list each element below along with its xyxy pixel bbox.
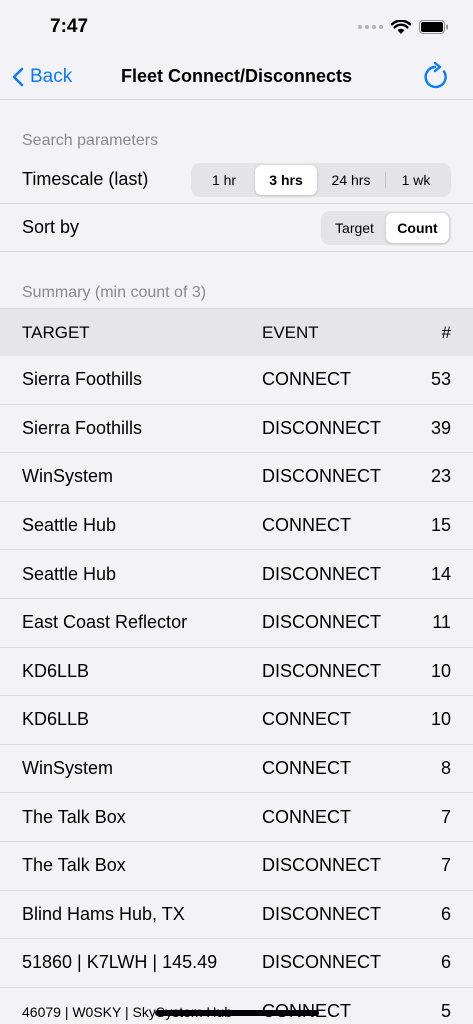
timescale-label: Timescale (last) xyxy=(22,169,149,189)
cell-target: KD6LLB xyxy=(22,709,90,730)
table-row[interactable]: Seattle Hub CONNECT 15 xyxy=(0,501,473,551)
cell-count: 7 xyxy=(440,806,451,827)
back-label: Back xyxy=(30,65,73,87)
cell-count: 7 xyxy=(440,855,451,876)
cell-event: DISCONNECT xyxy=(262,952,382,973)
cell-event: CONNECT xyxy=(262,806,351,827)
table-row[interactable]: 46079 | W0SKY | SkySystem HubCONNECT5 xyxy=(0,987,473,1024)
cell-count: 53 xyxy=(430,369,451,390)
cell-count: 15 xyxy=(430,515,451,536)
cell-count: 6 xyxy=(440,903,451,924)
refresh-icon[interactable] xyxy=(423,62,451,92)
cell-event: DISCONNECT xyxy=(262,660,382,681)
column-header-target: TARGET xyxy=(22,322,90,342)
cell-event: DISCONNECT xyxy=(262,466,382,487)
cell-count: 10 xyxy=(430,660,451,681)
timescale-option-24hrs[interactable]: 24 hrs xyxy=(317,165,385,195)
table-row[interactable]: Seattle Hub DISCONNECT 14 xyxy=(0,550,473,599)
cell-event: CONNECT xyxy=(262,709,351,730)
cell-target: Blind Hams Hub, TX xyxy=(22,903,185,924)
table-row[interactable]: Blind Hams Hub, TX DISCONNECT 6 xyxy=(0,890,473,940)
cell-target: KD6LLB xyxy=(22,660,90,681)
cell-target: Sierra Foothills xyxy=(22,417,143,438)
sort-option-target[interactable]: Target xyxy=(323,213,386,243)
status-time: 7:47 xyxy=(50,16,89,37)
status-icons xyxy=(358,19,449,35)
cell-target: The Talk Box xyxy=(22,806,126,827)
cell-count: 11 xyxy=(432,612,451,633)
table-row[interactable]: WinSystem CONNECT 8 xyxy=(0,744,473,794)
summary-table: Sierra Foothills CONNECT 53 Sierra Foothill… xyxy=(0,356,473,1024)
cell-count: 14 xyxy=(430,563,451,584)
table-row[interactable]: KD6LLB CONNECT 10 xyxy=(0,696,473,745)
back-button[interactable]: Back xyxy=(12,66,72,88)
cell-target: Sierra Foothills xyxy=(22,369,143,390)
cell-target: Seattle Hub xyxy=(22,563,117,584)
table-row[interactable]: 51860 | K7LWH | 145.49 DISCONNECT 6 xyxy=(0,939,473,988)
wifi-icon xyxy=(391,19,411,34)
home-indicator xyxy=(155,1010,319,1016)
cell-target: WinSystem xyxy=(22,758,114,779)
table-row[interactable]: KD6LLB DISCONNECT 10 xyxy=(0,647,473,697)
cell-event: DISCONNECT xyxy=(262,855,382,876)
table-row[interactable]: Sierra Foothills DISCONNECT 39 xyxy=(0,404,473,454)
sort-segmented-control: Target Count xyxy=(321,210,451,245)
table-row[interactable]: East Coast Reflector DISCONNECT 11 xyxy=(0,598,473,648)
cell-count: 23 xyxy=(430,466,451,487)
table-row[interactable]: The Talk Box CONNECT 7 xyxy=(0,793,473,842)
search-parameters-header: Search parameters xyxy=(22,132,159,149)
cell-event: CONNECT xyxy=(262,515,351,536)
cell-target: East Coast Reflector xyxy=(22,612,188,633)
table-row[interactable]: Sierra Foothills CONNECT 53 xyxy=(0,356,473,405)
cell-count: 5 xyxy=(440,1001,451,1022)
cell-count: 8 xyxy=(440,758,451,779)
table-row[interactable]: The Talk Box DISCONNECT 7 xyxy=(0,841,473,891)
cell-event: DISCONNECT xyxy=(262,903,382,924)
table-row[interactable]: WinSystem DISCONNECT 23 xyxy=(0,453,473,502)
cell-event: CONNECT xyxy=(262,758,351,779)
cell-count: 39 xyxy=(430,417,451,438)
cell-target: The Talk Box xyxy=(22,855,126,876)
timescale-option-1wk[interactable]: 1 wk xyxy=(386,165,446,195)
column-header-event: EVENT xyxy=(262,322,319,342)
cell-event: DISCONNECT xyxy=(262,563,382,584)
timescale-option-1hr[interactable]: 1 hr xyxy=(193,165,255,195)
cellular-signal-icon xyxy=(358,25,383,29)
sort-by-label: Sort by xyxy=(22,217,80,237)
cell-count: 6 xyxy=(440,952,451,973)
column-header-count: # xyxy=(441,322,451,342)
timescale-option-3hrs[interactable]: 3 hrs xyxy=(255,164,317,195)
cell-count: 10 xyxy=(430,709,451,730)
navigation-bar: Back Fleet Connect/Disconnects xyxy=(0,54,473,100)
sort-by-row: Sort by Target Count xyxy=(0,204,473,252)
summary-header: Summary (min count of 3) xyxy=(22,284,207,301)
cell-target: Seattle Hub xyxy=(22,515,117,536)
chevron-left-icon xyxy=(12,67,24,86)
timescale-segmented-control: 1 hr 3 hrs 24 hrs 1 wk xyxy=(191,162,451,197)
cell-target: 51860 | K7LWH | 145.49 xyxy=(22,952,218,973)
cell-event: CONNECT xyxy=(262,369,351,390)
cell-event: DISCONNECT xyxy=(262,417,382,438)
cell-event: DISCONNECT xyxy=(262,612,382,633)
status-bar: 7:47 xyxy=(0,0,473,54)
sort-option-count[interactable]: Count xyxy=(386,212,449,243)
table-header-row: TARGET EVENT # xyxy=(0,308,473,356)
timescale-row: Timescale (last) 1 hr 3 hrs 24 hrs 1 wk xyxy=(0,156,473,204)
battery-icon xyxy=(419,20,448,34)
cell-target: WinSystem xyxy=(22,466,114,487)
